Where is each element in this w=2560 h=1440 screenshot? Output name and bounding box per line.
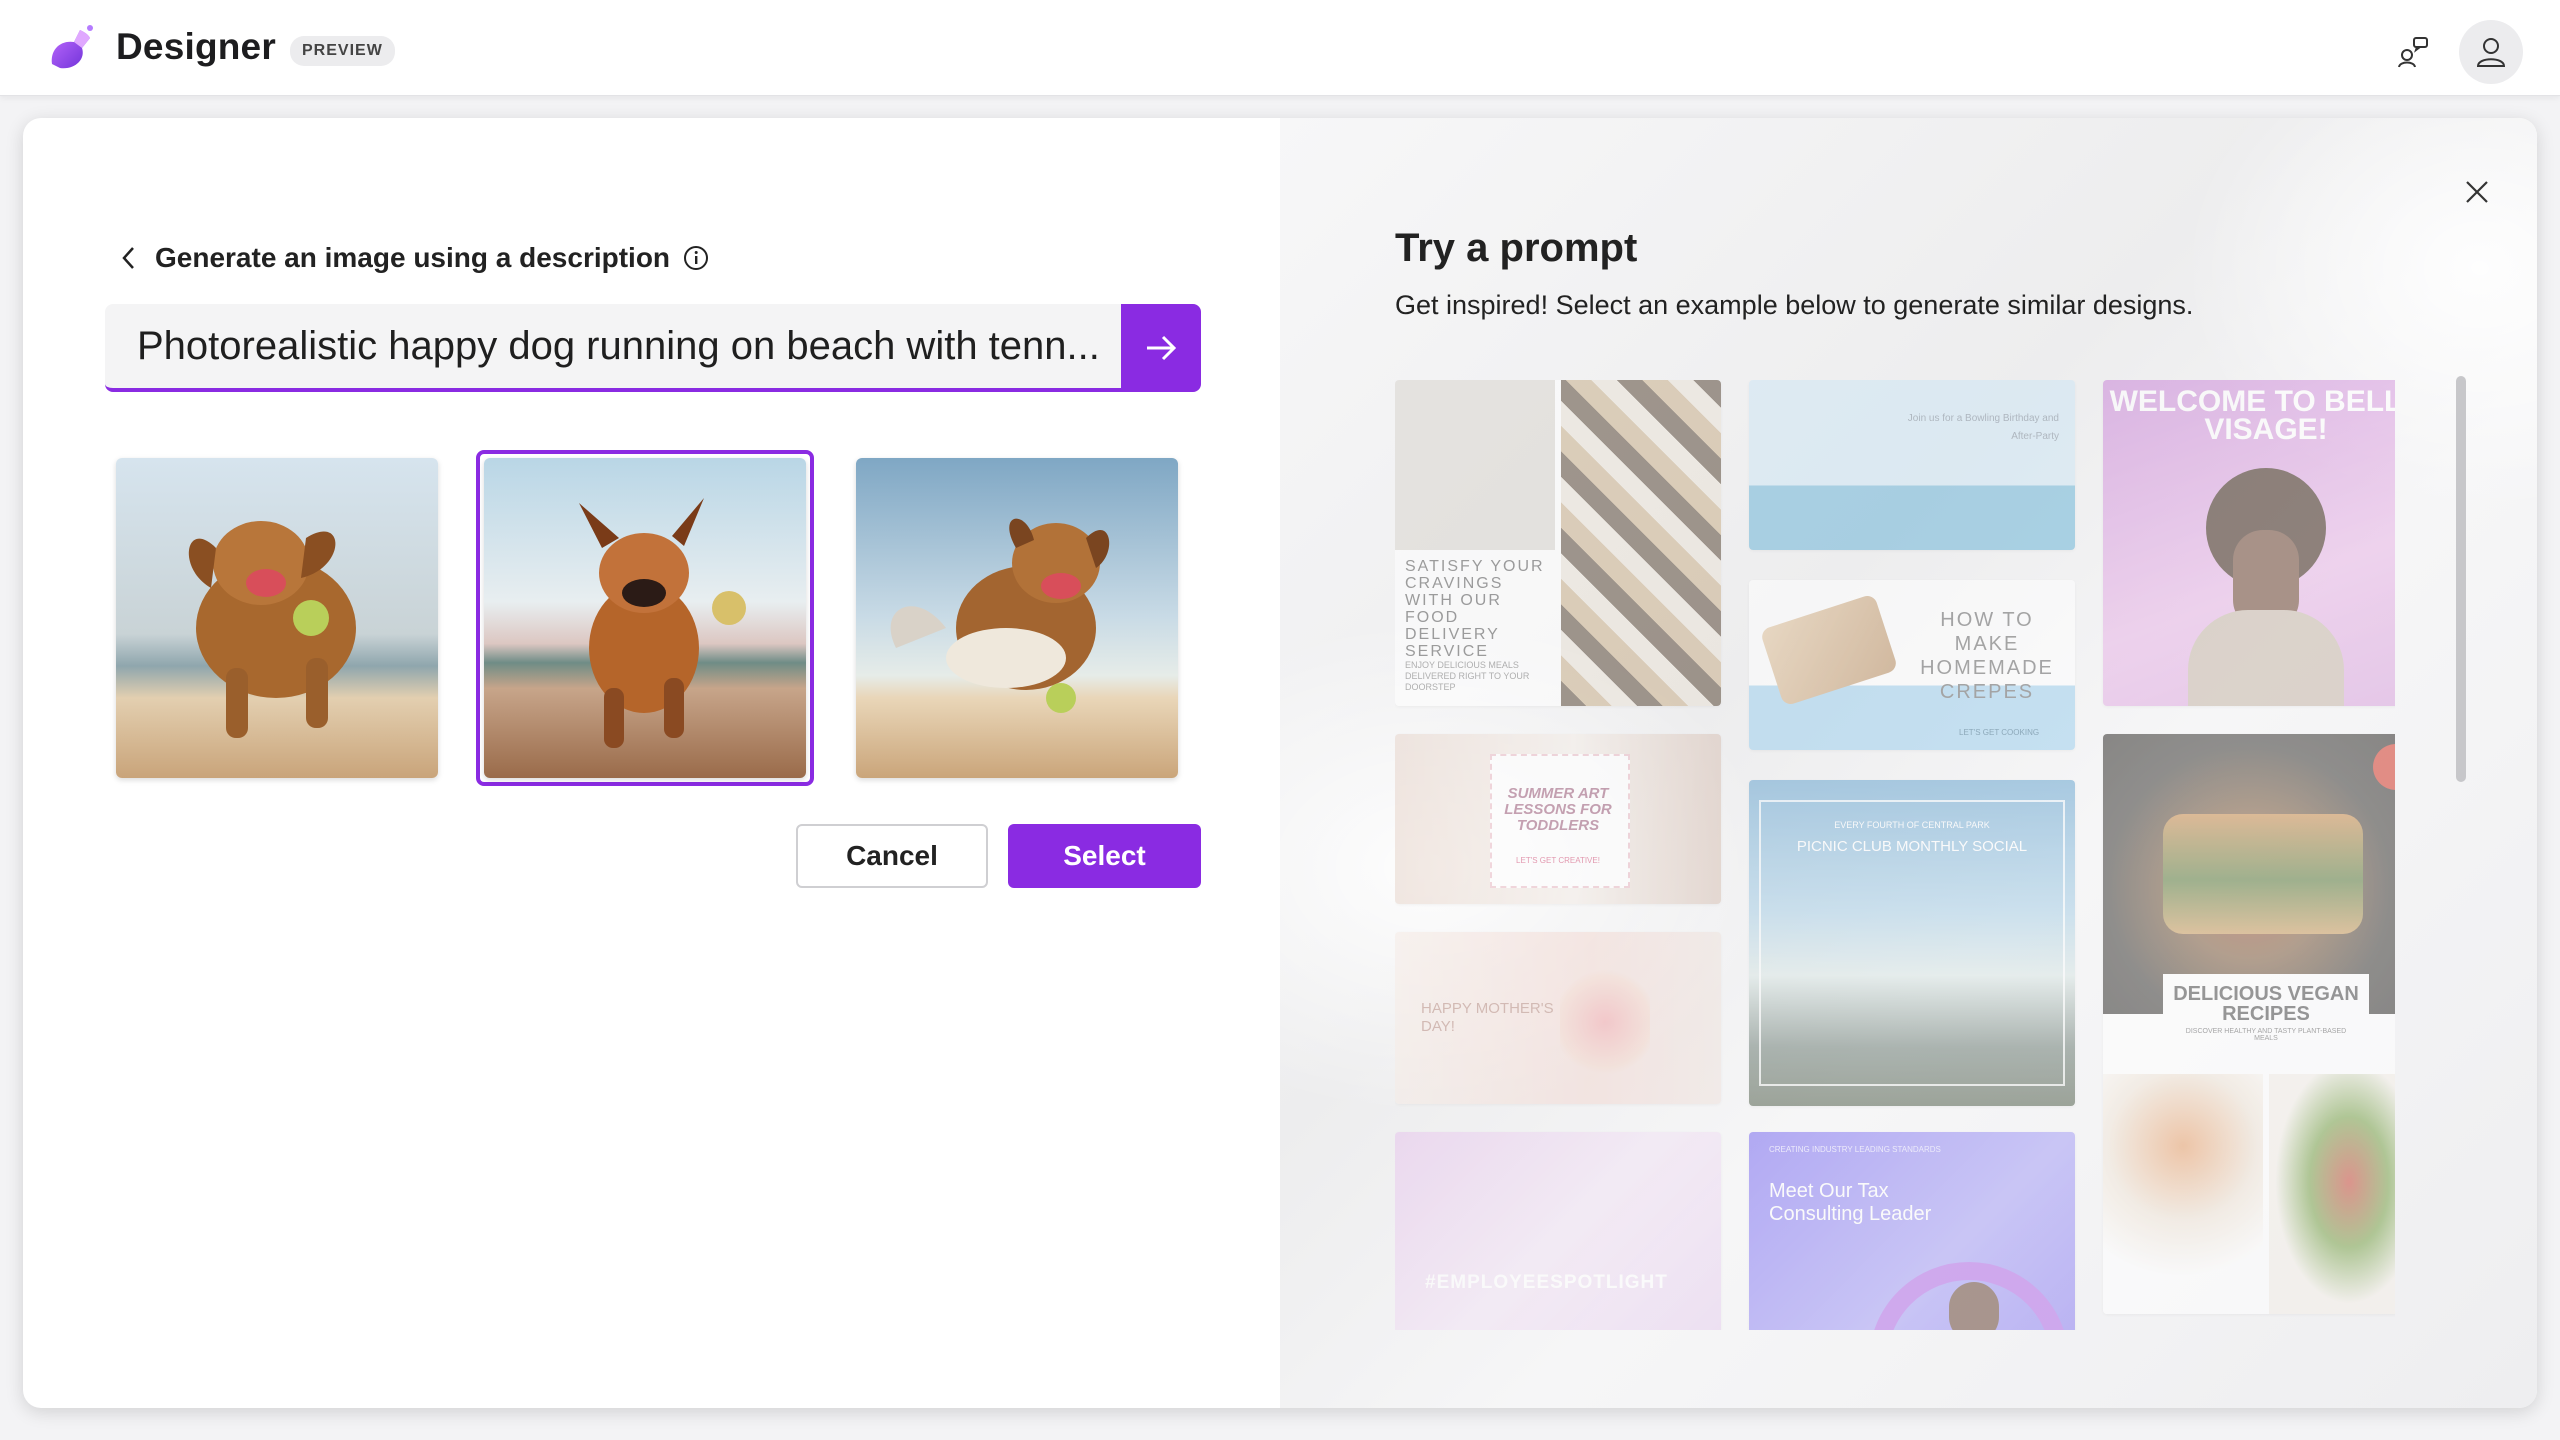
generate-button[interactable] xyxy=(1121,304,1201,392)
app-title: Designer xyxy=(116,26,276,67)
try-prompt-subtitle: Get inspired! Select an example below to… xyxy=(1395,290,2194,320)
gallery-scrollbar[interactable] xyxy=(2456,376,2466,782)
generate-heading: Generate an image using a description xyxy=(155,242,671,273)
cancel-button[interactable]: Cancel xyxy=(796,824,988,888)
card-subtext: CREATING INDUSTRY LEADING STANDARDS xyxy=(1769,1145,1941,1154)
card-text: WELCOME TO BELLE VISAGE! xyxy=(2109,385,2395,446)
prompt-card-belle-visage[interactable]: WELCOME TO BELLE VISAGE! xyxy=(2103,380,2395,706)
preview-badge: PREVIEW xyxy=(290,36,395,66)
person-icon[interactable] xyxy=(2459,20,2523,84)
generated-image-3[interactable] xyxy=(856,458,1178,778)
prompt-card-employee-spotlight[interactable]: #EMPLOYEESPOTLIGHT xyxy=(1395,1132,1721,1330)
card-text: HOW TO MAKE HOMEMADE CREPES xyxy=(1920,609,2054,703)
card-text: SATISFY YOUR CRAVINGS WITH OUR FOOD DELI… xyxy=(1405,558,1545,660)
generated-image-2[interactable] xyxy=(484,458,806,778)
prompt-card-food-delivery[interactable]: SATISFY YOUR CRAVINGS WITH OUR FOOD DELI… xyxy=(1395,380,1721,706)
card-text: Meet Our Tax Consulting Leader xyxy=(1769,1180,1932,1225)
try-a-prompt-pane: Try a prompt Get inspired! Select an exa… xyxy=(1280,118,2537,1408)
card-subtext: LET'S GET CREATIVE! xyxy=(1516,856,1600,865)
prompt-card-summer-art[interactable]: SUMMER ART LESSONS FOR TODDLERS LET'S GE… xyxy=(1395,734,1721,904)
chevron-left-icon[interactable] xyxy=(111,240,147,276)
top-bar: Designer PREVIEW xyxy=(0,0,2560,96)
card-text: HAPPY MOTHER'S DAY! xyxy=(1421,1000,1554,1035)
try-prompt-title: Try a prompt xyxy=(1395,226,1638,270)
card-subtext: DISCOVER HEALTHY AND TASTY PLANT-BASED M… xyxy=(2185,1028,2347,1042)
feedback-icon[interactable] xyxy=(2381,20,2445,84)
prompt-card-tax-leader[interactable]: CREATING INDUSTRY LEADING STANDARDS Meet… xyxy=(1749,1132,2075,1330)
prompt-input[interactable] xyxy=(105,323,1121,369)
generate-image-dialog: Generate an image using a description Ph… xyxy=(23,118,2537,1408)
prompt-input-container xyxy=(105,304,1121,392)
prompt-gallery: SATISFY YOUR CRAVINGS WITH OUR FOOD DELI… xyxy=(1395,380,2395,1330)
card-subtext: LET'S GET COOKING xyxy=(1959,728,2040,737)
back-row: Generate an image using a description xyxy=(111,240,710,276)
card-text: Join us for a Bowling Birthday and After… xyxy=(1907,413,2059,442)
generate-pane: Generate an image using a description Ph… xyxy=(23,118,1280,1408)
arrow-right-icon xyxy=(1147,335,1177,361)
generated-image-1[interactable] xyxy=(116,458,438,778)
prompt-card-crepes[interactable]: HOW TO MAKE HOMEMADE CREPES LET'S GET CO… xyxy=(1749,580,2075,750)
prompt-card-picnic-club[interactable]: EVERY FOURTH OF CENTRAL PARK PICNIC CLUB… xyxy=(1749,780,2075,1106)
close-icon[interactable] xyxy=(2453,168,2501,216)
card-text: DELICIOUS VEGAN RECIPES xyxy=(2173,983,2359,1025)
card-subtext: ENJOY DELICIOUS MEALS DELIVERED RIGHT TO… xyxy=(1405,660,1530,692)
prompt-card-mothers-day[interactable]: HAPPY MOTHER'S DAY! xyxy=(1395,932,1721,1104)
card-text: SUMMER ART LESSONS FOR TODDLERS xyxy=(1504,785,1612,834)
designer-logo-icon[interactable] xyxy=(44,20,98,74)
card-text: #EMPLOYEESPOTLIGHT xyxy=(1425,1272,1668,1293)
prompt-card-bowling-birthday[interactable]: Join us for a Bowling Birthday and After… xyxy=(1749,380,2075,550)
info-icon[interactable] xyxy=(682,244,710,272)
card-subtext: EVERY FOURTH OF CENTRAL PARK xyxy=(1834,820,1990,830)
select-button[interactable]: Select xyxy=(1008,824,1201,888)
prompt-card-vegan-recipes[interactable]: DELICIOUS VEGAN RECIPES DISCOVER HEALTHY… xyxy=(2103,734,2395,1314)
card-text: PICNIC CLUB MONTHLY SOCIAL xyxy=(1796,838,2028,855)
